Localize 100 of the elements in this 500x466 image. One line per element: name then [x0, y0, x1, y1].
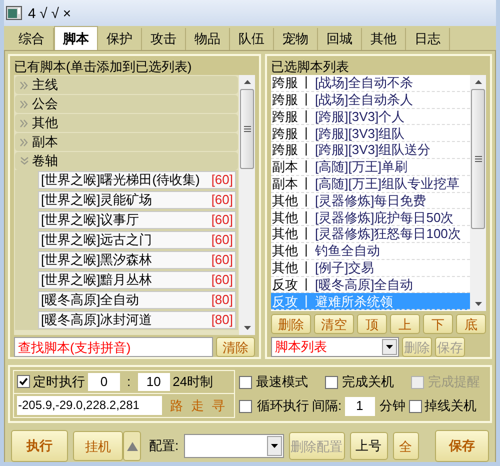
row-script-name: [战场]全自动杀人 — [315, 90, 414, 109]
coordinates-field[interactable]: -205.9,-29.0,228.2,281 — [17, 396, 162, 415]
list-action-button[interactable]: 删除 — [271, 314, 311, 334]
row-script-name: [高随][万王]单刷 — [315, 158, 408, 176]
script-name: [世界之喉]远古之门 — [41, 231, 152, 250]
panel-title: 已选脚本列表 — [271, 58, 350, 75]
list-action-button[interactable]: 下 — [423, 314, 453, 334]
script-item[interactable]: [世界之喉]远古之门 [60] — [38, 231, 236, 249]
script-level: [60] — [211, 211, 233, 230]
row-category: 副本 — [272, 158, 298, 176]
category-row[interactable]: 其他 — [15, 114, 238, 132]
row-category: 副本 — [272, 174, 298, 193]
row-category: 其他 — [272, 258, 298, 277]
row-script-name: [跨服][3V3]组队送分 — [315, 141, 431, 160]
row-separator: 丨 — [299, 292, 314, 311]
row-category: 其他 — [272, 225, 298, 244]
script-item[interactable]: [世界之喉]黑汐森林 [60] — [38, 251, 236, 269]
config-label: 配置: — [149, 437, 179, 456]
category-label: 其他 — [32, 114, 58, 132]
category-row[interactable]: 副本 — [15, 133, 238, 151]
script-item[interactable]: [世界之喉]曙光梯田(待收集) [60] — [38, 171, 236, 189]
script-name: [世界之喉]灵能矿场 — [41, 191, 152, 210]
row-script-name: 避难所杀统领 — [315, 292, 393, 311]
row-category: 反攻 — [272, 276, 298, 294]
row-script-name: 钓鱼全自动 — [315, 242, 380, 260]
script-item[interactable]: [暖冬高原]冰封河道 [80] — [38, 311, 236, 329]
script-level: [60] — [211, 271, 233, 290]
interval-field[interactable]: 1 — [344, 396, 375, 416]
checkbox-label: 定时执行 — [33, 373, 85, 391]
row-separator: 丨 — [299, 90, 314, 109]
script-level: [60] — [211, 171, 233, 190]
category-label: 主线 — [32, 76, 58, 94]
search-field[interactable]: 查找脚本(支持拼音) — [14, 337, 213, 357]
row-separator: 丨 — [299, 276, 314, 294]
script-name: [世界之喉]曙光梯田(待收集) — [41, 171, 200, 190]
row-separator: 丨 — [299, 242, 314, 260]
script-item[interactable]: [世界之喉]议事厅 [60] — [38, 211, 236, 229]
category-label: 公会 — [32, 95, 58, 114]
script-item[interactable]: [世界之喉]灵能矿场 [60] — [38, 191, 236, 209]
script-name: [暖冬高原]冰封河道 — [41, 311, 152, 330]
login-button[interactable]: 上号 — [350, 432, 388, 460]
interval-unit: 分钟 — [380, 397, 406, 416]
row-script-name: [例子]交易 — [315, 258, 374, 277]
row-script-name: [战场]全自动不杀 — [315, 75, 414, 92]
row-separator: 丨 — [299, 192, 314, 210]
row-script-name: [跨服][3V3]个人 — [315, 108, 405, 126]
all-button[interactable]: 全 — [392, 432, 419, 460]
row-category: 跨服 — [272, 141, 298, 160]
dropdown-value: 脚本列表 — [274, 338, 328, 356]
row-category: 其他 — [272, 208, 298, 227]
checkbox-label: 循环执行 — [257, 397, 309, 416]
row-category: 跨服 — [272, 90, 298, 109]
row-separator: 丨 — [299, 174, 314, 193]
row-script-name: [暖冬高原]全自动 — [315, 276, 414, 294]
idle-button[interactable]: 挂机 — [73, 431, 123, 461]
hour-field[interactable]: 0 — [88, 372, 120, 391]
tab[interactable]: 脚本 — [54, 26, 98, 50]
category-row[interactable]: 公会 — [15, 95, 238, 113]
save-button[interactable]: 保存 — [435, 430, 489, 462]
minute-field[interactable]: 10 — [138, 372, 170, 391]
row-separator: 丨 — [299, 258, 314, 277]
list-action-button[interactable]: 清空 — [314, 314, 354, 334]
script-item[interactable]: [世界之喉]黯月丛林 [60] — [38, 271, 236, 289]
row-script-name: [高随][万王]组队专业挖草 — [315, 174, 460, 193]
list-action-button[interactable]: 顶 — [357, 314, 387, 334]
script-level: [60] — [211, 251, 233, 270]
category-label: 副本 — [32, 133, 58, 152]
script-name: [暖冬高原]全自动 — [41, 291, 140, 310]
row-category: 跨服 — [272, 75, 298, 92]
row-category: 跨服 — [272, 124, 298, 143]
row-category: 其他 — [272, 242, 298, 260]
panel-title: 已有脚本(单击添加到已选列表) — [14, 58, 193, 75]
category-row[interactable]: 主线 — [15, 76, 238, 94]
row-script-name: [灵器修炼]狂怒每日100次 — [315, 225, 461, 244]
dropdown[interactable]: 脚本列表 — [271, 337, 399, 357]
row-separator: 丨 — [299, 75, 314, 92]
interval-label: 间隔: — [312, 397, 342, 416]
list-action-button[interactable]: 底 — [456, 314, 486, 334]
script-name: [世界之喉]黑汐森林 — [41, 251, 152, 270]
category-row[interactable]: 卷轴 — [15, 152, 238, 170]
row-category: 反攻 — [272, 292, 298, 311]
row-script-name: [跨服][3V3]组队 — [315, 124, 405, 143]
row-separator: 丨 — [299, 108, 314, 126]
row-separator: 丨 — [299, 208, 314, 227]
row-category: 跨服 — [272, 108, 298, 126]
row-category: 其他 — [272, 192, 298, 210]
clear-button[interactable]: 清除 — [216, 337, 255, 357]
script-item[interactable]: [暖冬高原]全自动 [80] — [38, 291, 236, 309]
script-level: [60] — [211, 191, 233, 210]
time-format-label: 24时制 — [172, 373, 214, 391]
run-button[interactable]: 执行 — [11, 430, 68, 462]
checkbox-label: 完成关机 — [342, 373, 394, 392]
script-level: [80] — [211, 311, 233, 330]
row-separator: 丨 — [299, 124, 314, 143]
row-script-name: [灵器修炼]庇护每日50次 — [315, 208, 454, 227]
script-name: [世界之喉]议事厅 — [41, 211, 140, 230]
script-level: [60] — [211, 231, 233, 250]
list-action-button[interactable]: 上 — [390, 314, 420, 334]
row-script-name: [灵器修炼]每日免费 — [315, 192, 426, 210]
category-label: 卷轴 — [32, 152, 58, 170]
